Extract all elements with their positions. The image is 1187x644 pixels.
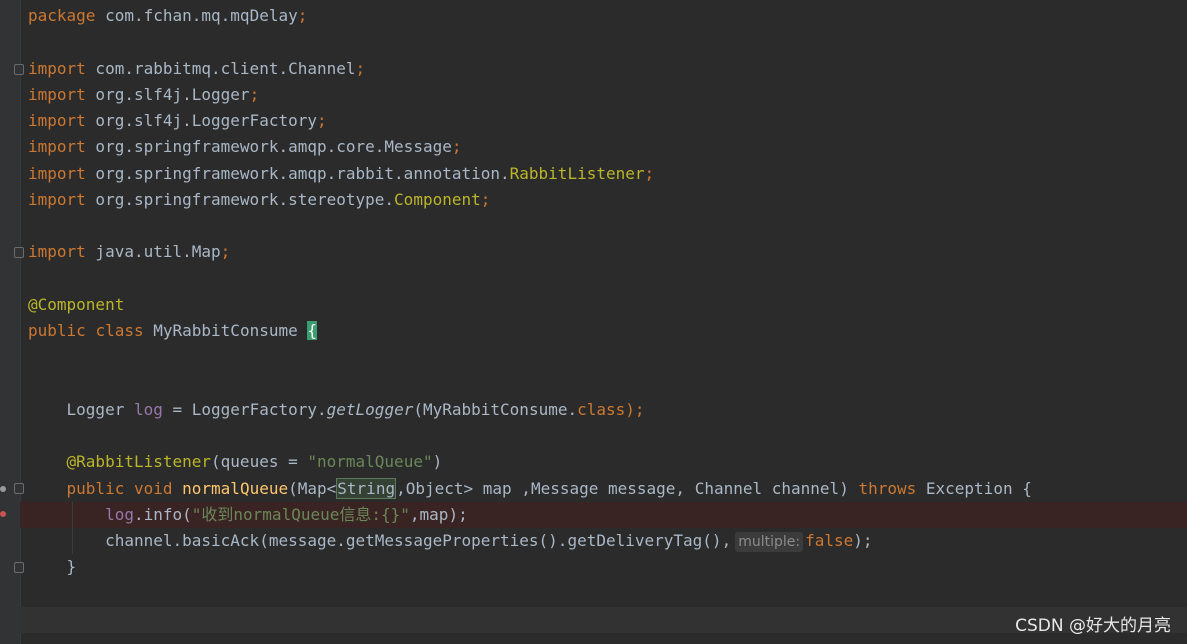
semicolon: ;: [297, 6, 308, 25]
breakpoint-line: log.info("收到normalQueue信息:{}",map);: [20, 502, 1187, 528]
semicolon: ;: [316, 111, 327, 130]
keyword: import: [28, 59, 86, 78]
code-line: import java.util.Map;: [20, 239, 1187, 265]
semicolon: ;: [644, 164, 655, 183]
import-path: org.springframework.stereotype.: [85, 190, 395, 209]
code-line: package com.fchan.mq.mqDelay;: [20, 3, 1187, 29]
code-line: import org.springframework.amqp.rabbit.a…: [20, 161, 1187, 187]
package-name: com.fchan.mq.mqDelay: [95, 6, 298, 25]
keyword: public: [28, 321, 86, 340]
import-path: com.rabbitmq.client.Channel: [85, 59, 356, 78]
matched-brace: {: [307, 321, 318, 340]
keyword: import: [28, 242, 86, 261]
string-literal: "normalQueue": [307, 452, 433, 471]
code-line: channel.basicAck(message.getMessagePrope…: [20, 528, 1187, 554]
code-editor[interactable]: package com.fchan.mq.mqDelay; import com…: [20, 0, 1187, 644]
code-line: @Component: [20, 292, 1187, 318]
parameters: (Map<: [288, 479, 337, 498]
code-line: Logger log = LoggerFactory.getLogger(MyR…: [20, 397, 1187, 423]
keyword: import: [28, 85, 86, 104]
semicolon: ;: [220, 242, 231, 261]
highlighted-match: String: [336, 478, 397, 499]
arguments: (MyRabbitConsume.: [413, 400, 578, 419]
class-name: MyRabbitConsume: [143, 321, 308, 340]
parameter-hint: multiple:: [735, 532, 804, 552]
paren: ): [432, 452, 443, 471]
statement-end: );: [625, 400, 645, 419]
method-call: .info(: [133, 505, 192, 524]
code-line: import org.slf4j.LoggerFactory;: [20, 108, 1187, 134]
code-line: import org.slf4j.Logger;: [20, 82, 1187, 108]
code-line: import com.rabbitmq.client.Channel;: [20, 56, 1187, 82]
field-name: log: [133, 400, 163, 419]
assignment: = LoggerFactory.: [162, 400, 327, 419]
run-gutter-icon[interactable]: [0, 486, 6, 492]
semicolon: ;: [355, 59, 366, 78]
method-name: normalQueue: [182, 479, 289, 498]
keyword: import: [28, 137, 86, 156]
closing-brace: }: [66, 557, 77, 576]
annotation-class: RabbitListener: [509, 164, 645, 183]
string-literal: "收到normalQueue信息:{}": [191, 505, 410, 524]
parameters: ,Object> map ,Message message, Channel c…: [396, 479, 859, 498]
breakpoint-icon[interactable]: [0, 511, 6, 517]
type-name: Logger: [66, 400, 134, 419]
exception-type: Exception {: [916, 479, 1032, 498]
keyword: import: [28, 164, 86, 183]
import-path: org.slf4j.LoggerFactory: [85, 111, 317, 130]
annotation-args: (queues =: [211, 452, 308, 471]
keyword: import: [28, 190, 86, 209]
keyword: throws: [858, 479, 917, 498]
semicolon: ;: [249, 85, 260, 104]
import-path: org.slf4j.Logger: [85, 85, 250, 104]
keyword: class: [577, 400, 626, 419]
code-line: @RabbitListener(queues = "normalQueue"): [20, 449, 1187, 475]
field-name: log: [105, 505, 134, 524]
keyword: false: [805, 531, 854, 550]
keyword: class: [95, 321, 144, 340]
statement-end: );: [853, 531, 873, 550]
keyword: package: [28, 6, 96, 25]
semicolon: ;: [480, 190, 491, 209]
caret-line: [20, 607, 1187, 633]
keyword: void: [133, 479, 173, 498]
watermark: CSDN @好大的月亮: [1015, 616, 1171, 636]
keyword: public: [66, 479, 125, 498]
code-line: public void normalQueue(Map<String,Objec…: [20, 476, 1187, 502]
arguments: ,map);: [409, 505, 468, 524]
indent-guide: [72, 502, 73, 554]
keyword: import: [28, 111, 86, 130]
import-path: org.springframework.amqp.core.Message: [85, 137, 452, 156]
annotation-class: Component: [394, 190, 481, 209]
code-line: import org.springframework.amqp.core.Mes…: [20, 134, 1187, 160]
import-path: java.util.Map: [85, 242, 221, 261]
editor-gutter[interactable]: [0, 0, 24, 644]
code-line: import org.springframework.stereotype.Co…: [20, 187, 1187, 213]
import-path: org.springframework.amqp.rabbit.annotati…: [85, 164, 510, 183]
annotation: @RabbitListener: [66, 452, 212, 471]
annotation: @Component: [28, 295, 125, 314]
method-call: channel.basicAck(message.getMessagePrope…: [105, 531, 732, 550]
semicolon: ;: [451, 137, 462, 156]
code-line: public class MyRabbitConsume {: [20, 318, 1187, 344]
method-call: getLogger: [326, 400, 414, 419]
code-line: }: [20, 554, 1187, 580]
